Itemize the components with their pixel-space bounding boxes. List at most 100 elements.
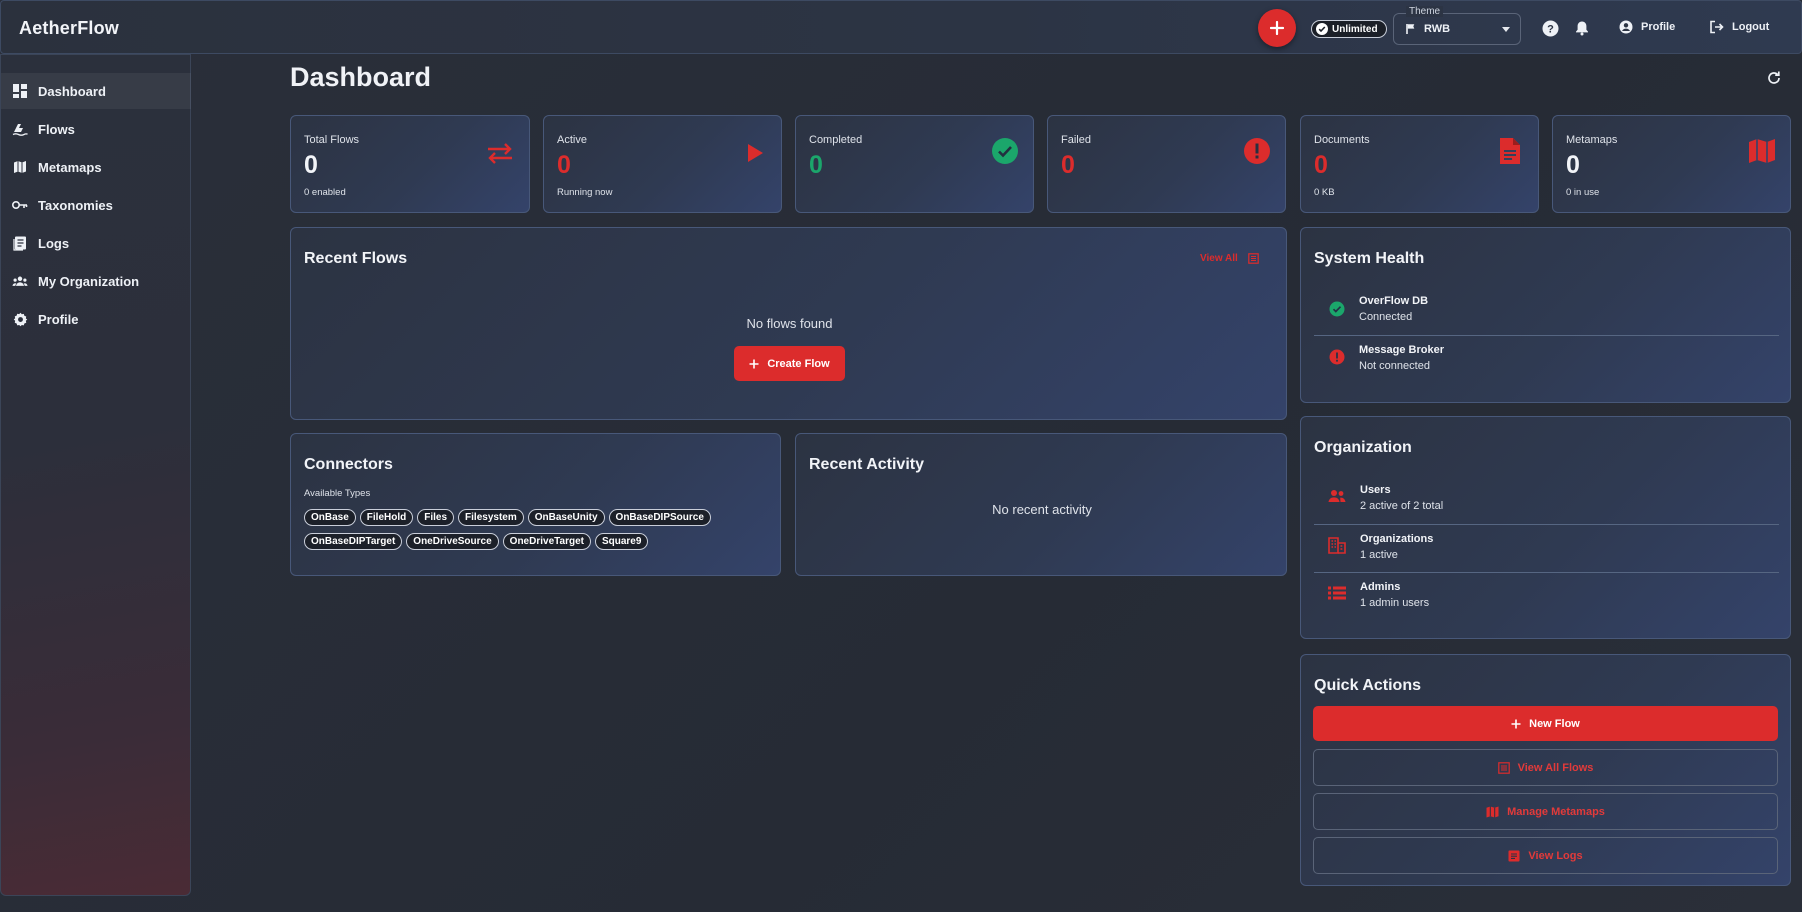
- view-all-flows-label: View All Flows: [1517, 761, 1594, 774]
- stat-sub: 0 in use: [1566, 187, 1600, 198]
- logout-link[interactable]: Logout: [1709, 20, 1769, 34]
- chevron-down-icon: [1502, 27, 1510, 32]
- stat-sub: 0 KB: [1314, 187, 1335, 198]
- theme-select[interactable]: Theme RWB: [1393, 6, 1521, 45]
- sidebar-item-label: Profile: [38, 311, 79, 327]
- connector-chip-list: OnBase FileHold Files Filesystem OnBaseUnity…: [304, 508, 764, 556]
- help-icon[interactable]: ?: [1541, 19, 1559, 37]
- refresh-icon[interactable]: [1766, 70, 1782, 86]
- connector-chip[interactable]: OnBaseDIPSource: [608, 509, 711, 526]
- view-logs-label: View Logs: [1528, 849, 1583, 862]
- flows-icon: [12, 121, 28, 137]
- divider: [1314, 572, 1779, 573]
- sidebar-item-my-organization[interactable]: My Organization: [1, 263, 191, 299]
- connector-chip[interactable]: Filesystem: [458, 509, 524, 526]
- new-flow-button[interactable]: New Flow: [1313, 706, 1778, 741]
- stat-sub: Running now: [557, 187, 613, 198]
- connector-chip[interactable]: Square9: [594, 533, 649, 550]
- org-item-name: Users: [1360, 484, 1391, 496]
- create-flow-button[interactable]: Create Flow: [734, 346, 845, 381]
- profile-link[interactable]: Profile: [1619, 20, 1675, 34]
- sidebar-item-taxonomies[interactable]: Taxonomies: [1, 187, 191, 223]
- divider: [1314, 524, 1779, 525]
- plus-icon: [1511, 719, 1521, 728]
- connector-chip[interactable]: Files: [417, 509, 455, 526]
- view-all-flows-link[interactable]: View All: [1200, 253, 1259, 264]
- health-item-name: OverFlow DB: [1359, 295, 1429, 307]
- sidebar-item-label: Logs: [38, 235, 70, 251]
- swap-icon: [485, 138, 515, 168]
- org-item-name: Organizations: [1360, 533, 1434, 545]
- sidebar-item-profile[interactable]: Profile: [1, 301, 191, 337]
- check-icon: [1316, 23, 1328, 35]
- stat-card-documents[interactable]: Documents 0 0 KB: [1300, 115, 1539, 213]
- quick-add-button[interactable]: [1258, 9, 1296, 47]
- stat-label: Metamaps: [1566, 134, 1618, 146]
- sidebar-item-logs[interactable]: Logs: [1, 225, 191, 261]
- new-flow-label: New Flow: [1529, 717, 1580, 730]
- dashboard-icon: [12, 83, 28, 99]
- stat-card-metamaps[interactable]: Metamaps 0 0 in use: [1552, 115, 1791, 213]
- connector-chip[interactable]: OnBase: [304, 509, 356, 526]
- theme-select-value: RWB: [1424, 23, 1451, 35]
- recent-flows-card: Recent Flows View All No flows found Cre…: [290, 227, 1287, 420]
- stat-value: 0: [304, 151, 318, 179]
- svg-text:?: ?: [1547, 23, 1554, 35]
- health-item-status: Connected: [1359, 311, 1413, 323]
- organization-card: Organization Users 2 active of 2 total O…: [1300, 416, 1791, 639]
- recent-flows-empty: No flows found: [746, 316, 833, 331]
- list-icon: [1497, 761, 1510, 774]
- plus-icon: [749, 359, 759, 368]
- quick-actions-title: Quick Actions: [1314, 677, 1421, 694]
- flag-icon: [1406, 24, 1415, 34]
- connector-chip[interactable]: OnBaseDIPTarget: [304, 533, 403, 550]
- recent-activity-card: Recent Activity No recent activity: [795, 433, 1287, 576]
- health-item-status: Not connected: [1359, 360, 1430, 372]
- page-title: Dashboard: [290, 62, 432, 92]
- stat-card-active[interactable]: Active 0 Running now: [543, 115, 782, 213]
- building-icon: [1328, 537, 1346, 554]
- plan-badge-label: Unlimited: [1332, 23, 1378, 35]
- divider: [1314, 335, 1779, 336]
- connector-chip[interactable]: FileHold: [359, 509, 414, 526]
- connectors-card: Connectors Available Types OnBase FileHol…: [290, 433, 781, 576]
- sidebar: Dashboard Flows Metamaps Taxonomies Logs…: [0, 54, 191, 896]
- logout-link-label: Logout: [1732, 21, 1770, 33]
- org-item-organizations[interactable]: Organizations 1 active: [1314, 533, 1433, 561]
- account-circle-icon: [1619, 20, 1633, 34]
- map-icon: [1486, 806, 1499, 817]
- sidebar-item-label: Taxonomies: [38, 197, 113, 213]
- create-flow-label: Create Flow: [767, 357, 830, 370]
- check-circle-icon: [990, 136, 1020, 166]
- sidebar-item-label: Metamaps: [38, 159, 102, 175]
- app-title[interactable]: AetherFlow: [19, 18, 119, 39]
- connector-chip[interactable]: OneDriveTarget: [502, 533, 591, 550]
- health-item: Message Broker Not connected: [1314, 344, 1444, 372]
- logout-icon: [1710, 20, 1724, 34]
- logs-icon: [12, 235, 28, 251]
- sidebar-item-dashboard[interactable]: Dashboard: [1, 73, 191, 109]
- plus-icon: [1270, 21, 1284, 35]
- sidebar-item-metamaps[interactable]: Metamaps: [1, 149, 191, 185]
- connector-chip[interactable]: OnBaseUnity: [527, 509, 605, 526]
- health-item: OverFlow DB Connected: [1314, 295, 1428, 323]
- play-icon: [740, 138, 770, 168]
- manage-metamaps-button[interactable]: Manage Metamaps: [1313, 793, 1778, 830]
- sidebar-item-flows[interactable]: Flows: [1, 111, 191, 147]
- theme-select-value-wrap: RWB: [1406, 23, 1450, 35]
- org-item-admins[interactable]: Admins 1 admin users: [1314, 581, 1429, 609]
- stat-card-completed[interactable]: Completed 0: [795, 115, 1034, 213]
- org-item-users[interactable]: Users 2 active of 2 total: [1314, 484, 1443, 512]
- bell-icon[interactable]: [1573, 19, 1591, 37]
- view-logs-button[interactable]: View Logs: [1313, 837, 1778, 874]
- stat-card-total-flows[interactable]: Total Flows 0 0 enabled: [290, 115, 530, 213]
- connector-chip[interactable]: OneDriveSource: [406, 533, 499, 550]
- stat-value: 0: [809, 151, 823, 179]
- view-all-flows-button[interactable]: View All Flows: [1313, 749, 1778, 786]
- stat-card-failed[interactable]: Failed 0: [1047, 115, 1286, 213]
- stat-label: Active: [557, 134, 587, 146]
- stat-value: 0: [1314, 151, 1328, 179]
- users-icon: [1328, 490, 1346, 502]
- stat-value: 0: [1061, 151, 1075, 179]
- stat-value: 0: [557, 151, 571, 179]
